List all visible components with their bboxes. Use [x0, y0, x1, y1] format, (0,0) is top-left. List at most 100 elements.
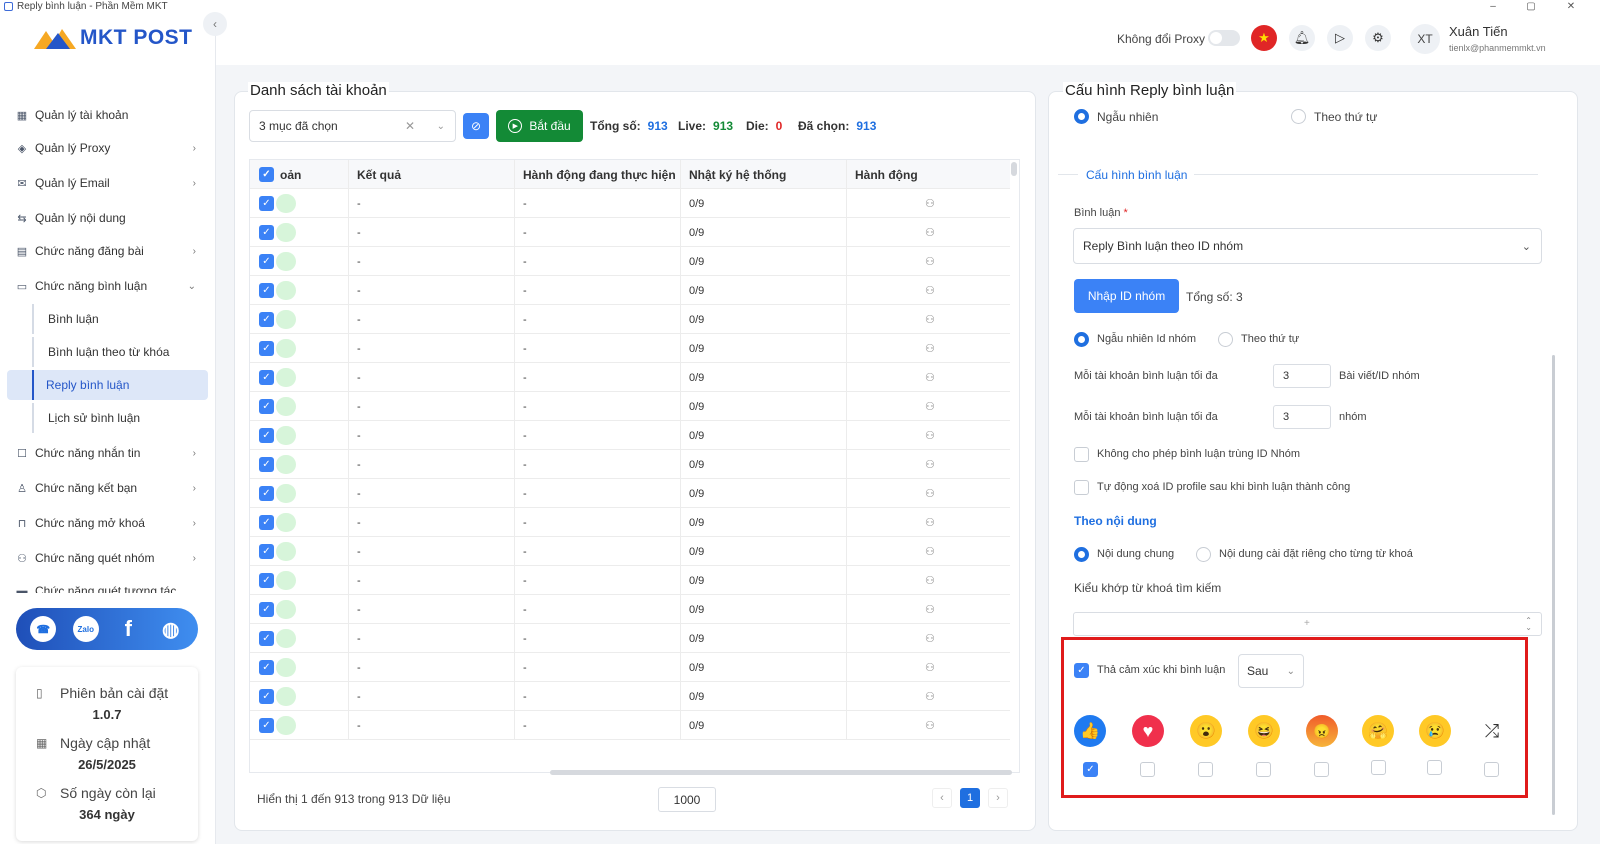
sidebar-item-group-scan[interactable]: ⚇ Chức năng quét nhóm › [0, 543, 216, 573]
table-row[interactable]: ✓ - -0/9 ⚇ [250, 392, 1010, 421]
maximize-button[interactable]: ▢ [1516, 0, 1546, 13]
content-common-radio[interactable] [1074, 547, 1089, 562]
sidebar-item-message[interactable]: ☐ Chức năng nhắn tin › [0, 438, 216, 468]
group-action-icon[interactable]: ⚇ [925, 458, 935, 471]
row-checkbox[interactable]: ✓ [259, 486, 274, 501]
table-row[interactable]: ✓ - -0/9 ⚇ [250, 189, 1010, 218]
group-action-icon[interactable]: ⚇ [925, 400, 935, 413]
bell-icon[interactable]: 🔔︎ [1289, 25, 1315, 51]
content-per-keyword-radio[interactable] [1196, 547, 1211, 562]
group-action-icon[interactable]: ⚇ [925, 226, 935, 239]
column-current-action[interactable]: Hành động đang thực hiện [514, 160, 680, 189]
row-checkbox[interactable]: ✓ [259, 254, 274, 269]
config-scrollbar[interactable] [1552, 355, 1555, 815]
keyword-match-select[interactable]: + ⌃ ⌄ [1073, 612, 1542, 636]
group-action-icon[interactable]: ⚇ [925, 342, 935, 355]
max-posts-input[interactable]: 3 [1273, 364, 1331, 388]
sidebar-item-content[interactable]: ⇆ Quản lý nội dung [0, 203, 216, 233]
table-row[interactable]: ✓ - -0/9 ⚇ [250, 566, 1010, 595]
group-action-icon[interactable]: ⚇ [925, 313, 935, 326]
max-groups-input[interactable]: 3 [1273, 405, 1331, 429]
avatar[interactable]: XT [1410, 24, 1440, 54]
table-row[interactable]: ✓ - -0/9 ⚇ [250, 334, 1010, 363]
table-row[interactable]: ✓ - -0/9 ⚇ [250, 305, 1010, 334]
sidebar-subitem-comment[interactable]: Bình luận [32, 304, 208, 334]
table-row[interactable]: ✓ - -0/9 ⚇ [250, 682, 1010, 711]
group-action-icon[interactable]: ⚇ [925, 632, 935, 645]
sidebar-item-email[interactable]: ✉ Quản lý Email › [0, 168, 216, 198]
group-action-icon[interactable]: ⚇ [925, 603, 935, 616]
row-checkbox[interactable]: ✓ [259, 312, 274, 327]
page-1-button[interactable]: 1 [960, 788, 980, 808]
gear-icon[interactable]: ⚙ [1365, 25, 1391, 51]
group-action-icon[interactable]: ⚇ [925, 197, 935, 210]
table-row[interactable]: ✓ - -0/9 ⚇ [250, 218, 1010, 247]
proxy-toggle[interactable] [1208, 30, 1240, 46]
group-action-icon[interactable]: ⚇ [925, 487, 935, 500]
table-row[interactable]: ✓ - -0/9 ⚇ [250, 508, 1010, 537]
sidebar-item-friend[interactable]: ♙ Chức năng kết bạn › [0, 473, 216, 503]
row-checkbox[interactable]: ✓ [259, 196, 274, 211]
page-size-input[interactable]: 1000 [658, 787, 716, 812]
sidebar-item-accounts[interactable]: ▦ Quản lý tài khoản [0, 100, 216, 130]
mode-order-radio[interactable] [1291, 109, 1306, 124]
row-checkbox[interactable]: ✓ [259, 428, 274, 443]
row-checkbox[interactable]: ✓ [259, 225, 274, 240]
sidebar-subitem-reply-comment[interactable]: Reply bình luận [7, 370, 208, 400]
column-account[interactable]: oản [272, 160, 348, 189]
group-action-icon[interactable]: ⚇ [925, 719, 935, 732]
no-duplicate-checkbox[interactable] [1074, 447, 1089, 462]
table-row[interactable]: ✓ - -0/9 ⚇ [250, 653, 1010, 682]
group-action-icon[interactable]: ⚇ [925, 661, 935, 674]
group-action-icon[interactable]: ⚇ [925, 690, 935, 703]
table-row[interactable]: ✓ - -0/9 ⚇ [250, 247, 1010, 276]
table-horizontal-scrollbar[interactable] [550, 770, 1012, 775]
input-group-id-button[interactable]: Nhập ID nhóm [1074, 279, 1179, 313]
sidebar-item-proxy[interactable]: ◈ Quản lý Proxy › [0, 133, 216, 163]
close-button[interactable]: ✕ [1556, 0, 1586, 13]
group-action-icon[interactable]: ⚇ [925, 371, 935, 384]
group-action-icon[interactable]: ⚇ [925, 429, 935, 442]
group-action-icon[interactable]: ⚇ [925, 574, 935, 587]
column-result[interactable]: Kết quả [348, 160, 514, 189]
globe-icon[interactable]: ◍ [158, 616, 184, 642]
table-row[interactable]: ✓ - -0/9 ⚇ [250, 711, 1010, 740]
row-checkbox[interactable]: ✓ [259, 370, 274, 385]
support-icon[interactable]: ☎ [30, 616, 57, 642]
filter-clear-button[interactable]: ⊘ [463, 113, 489, 139]
sidebar-item-comment[interactable]: ▭ Chức năng bình luận ⌄ [0, 271, 216, 301]
next-page-button[interactable]: › [988, 788, 1008, 808]
table-row[interactable]: ✓ - -0/9 ⚇ [250, 537, 1010, 566]
play-icon[interactable]: ▷ [1327, 25, 1353, 51]
row-checkbox[interactable]: ✓ [259, 515, 274, 530]
group-action-icon[interactable]: ⚇ [925, 516, 935, 529]
table-row[interactable]: ✓ - -0/9 ⚇ [250, 450, 1010, 479]
account-group-select[interactable]: 3 mục đã chọn ✕ ⌄ [249, 110, 456, 142]
column-action[interactable]: Hành động [846, 160, 1010, 189]
comment-type-select[interactable]: Reply Bình luận theo ID nhóm ⌄ [1073, 228, 1542, 264]
table-row[interactable]: ✓ - -0/9 ⚇ [250, 276, 1010, 305]
row-checkbox[interactable]: ✓ [259, 602, 274, 617]
group-action-icon[interactable]: ⚇ [925, 255, 935, 268]
vietnam-flag-icon[interactable]: ★ [1251, 25, 1277, 51]
row-checkbox[interactable]: ✓ [259, 660, 274, 675]
mode-random-radio[interactable] [1074, 109, 1089, 124]
sidebar-subitem-comment-history[interactable]: Lịch sử bình luận [32, 403, 208, 433]
group-action-icon[interactable]: ⚇ [925, 545, 935, 558]
prev-page-button[interactable]: ‹ [932, 788, 952, 808]
column-system-log[interactable]: Nhật ký hệ thống [680, 160, 846, 189]
table-row[interactable]: ✓ - -0/9 ⚇ [250, 421, 1010, 450]
id-random-radio[interactable] [1074, 332, 1089, 347]
table-row[interactable]: ✓ - -0/9 ⚇ [250, 363, 1010, 392]
zalo-icon[interactable]: Zalo [72, 616, 99, 642]
facebook-icon[interactable]: f [115, 616, 141, 642]
table-row[interactable]: ✓ - -0/9 ⚇ [250, 595, 1010, 624]
row-checkbox[interactable]: ✓ [259, 341, 274, 356]
start-button[interactable]: ▶ Bắt đầu [496, 110, 583, 142]
clear-icon[interactable]: ✕ [405, 119, 415, 133]
minimize-button[interactable]: – [1478, 0, 1508, 13]
collapse-sidebar-button[interactable]: ‹ [203, 12, 227, 36]
group-action-icon[interactable]: ⚇ [925, 284, 935, 297]
row-checkbox[interactable]: ✓ [259, 573, 274, 588]
id-order-radio[interactable] [1218, 332, 1233, 347]
